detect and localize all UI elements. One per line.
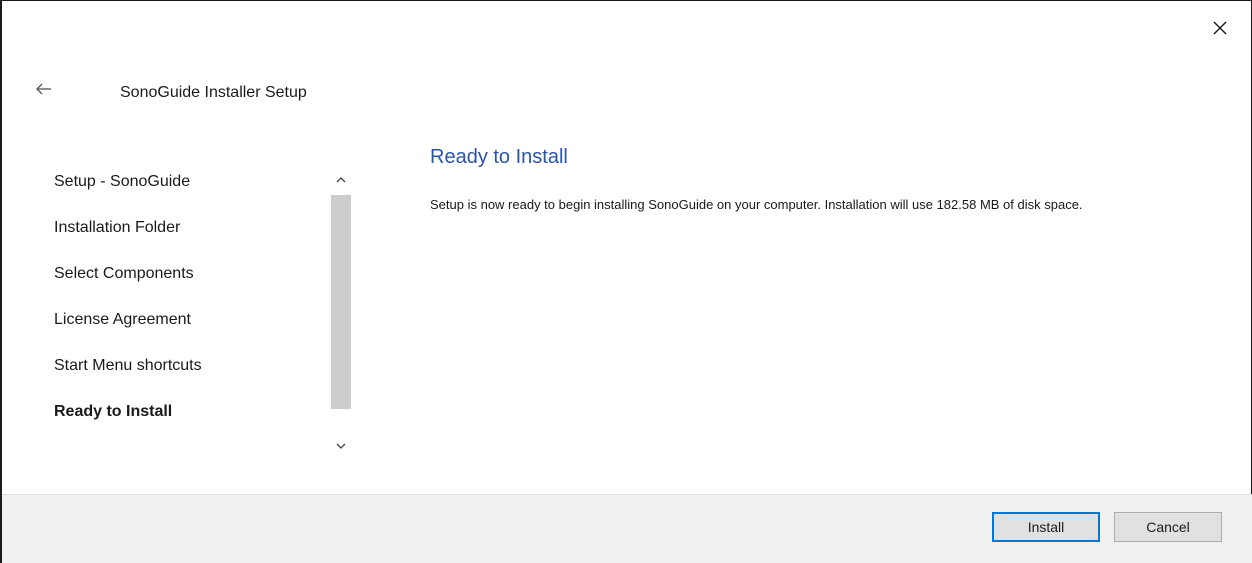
nav-item-select-components[interactable]: Select Components [54, 251, 324, 297]
footer-bar: Install Cancel [2, 494, 1252, 563]
scroll-thumb[interactable] [331, 195, 351, 409]
nav-item-setup[interactable]: Setup - SonoGuide [54, 159, 324, 205]
back-arrow-icon [36, 83, 51, 95]
page-heading: Ready to Install [430, 146, 568, 168]
cancel-button[interactable]: Cancel [1114, 512, 1222, 542]
scroll-up-button[interactable] [329, 169, 353, 191]
wizard-steps-nav: Setup - SonoGuide Installation Folder Se… [54, 171, 324, 447]
nav-scrollbar[interactable] [329, 169, 353, 459]
window-title: SonoGuide Installer Setup [120, 84, 307, 101]
nav-item-installation-folder[interactable]: Installation Folder [54, 205, 324, 251]
installer-window: SonoGuide Installer Setup Setup - SonoGu… [0, 0, 1252, 563]
scroll-down-button[interactable] [329, 435, 353, 457]
chevron-up-icon [336, 177, 346, 183]
nav-item-start-menu-shortcuts[interactable]: Start Menu shortcuts [54, 343, 324, 389]
close-icon [1213, 21, 1227, 35]
nav-item-license-agreement[interactable]: License Agreement [54, 297, 324, 343]
ready-message: Setup is now ready to begin installing S… [430, 197, 1083, 212]
close-button[interactable] [1207, 15, 1233, 41]
nav-item-ready-to-install[interactable]: Ready to Install [54, 389, 324, 435]
install-button[interactable]: Install [992, 512, 1100, 542]
chevron-down-icon [336, 443, 346, 449]
back-button[interactable] [32, 77, 56, 101]
